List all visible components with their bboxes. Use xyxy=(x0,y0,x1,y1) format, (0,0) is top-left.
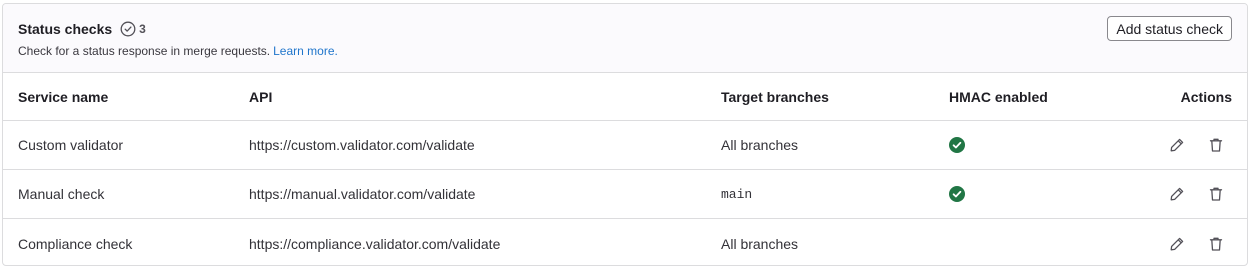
api-cell: https://compliance.validator.com/validat… xyxy=(249,235,501,252)
target-branches-cell: All branches xyxy=(721,235,799,252)
status-checks-card: Status checks 3 Check for a status respo… xyxy=(2,3,1248,266)
hmac-cell xyxy=(949,121,965,169)
check-circle-icon xyxy=(120,21,136,37)
description-text: Check for a status response in merge req… xyxy=(18,44,271,58)
hmac-cell xyxy=(949,170,965,218)
learn-more-link[interactable]: Learn more. xyxy=(273,44,338,58)
column-header-hmac-enabled: HMAC enabled xyxy=(949,88,1048,105)
delete-button[interactable] xyxy=(1207,235,1225,253)
column-header-api: API xyxy=(249,88,273,105)
pencil-icon xyxy=(1170,237,1184,250)
check-circle-filled-icon xyxy=(949,186,965,202)
target-branches-cell: main xyxy=(721,186,753,202)
row-actions xyxy=(1168,219,1225,265)
edit-button[interactable] xyxy=(1168,185,1186,203)
check-circle-filled-icon xyxy=(949,137,965,153)
delete-button[interactable] xyxy=(1207,185,1225,203)
edit-button[interactable] xyxy=(1168,136,1186,154)
title-row: Status checks 3 xyxy=(18,19,146,39)
description: Check for a status response in merge req… xyxy=(18,44,338,58)
table-row: Compliance check https://compliance.vali… xyxy=(3,219,1247,265)
row-actions xyxy=(1168,170,1225,218)
card-header: Status checks 3 Check for a status respo… xyxy=(3,4,1247,73)
target-branches-cell: All branches xyxy=(721,137,799,153)
api-cell: https://custom.validator.com/validate xyxy=(249,137,475,153)
pencil-icon xyxy=(1170,138,1184,152)
table-row: Custom validator https://custom.validato… xyxy=(3,121,1247,170)
column-header-target-branches: Target branches xyxy=(721,88,829,105)
table-row: Manual check https://manual.validator.co… xyxy=(3,170,1247,219)
pencil-icon xyxy=(1170,187,1184,201)
table-header: Service name API Target branches HMAC en… xyxy=(3,73,1247,121)
trash-icon xyxy=(1209,187,1223,201)
service-name-cell: Custom validator xyxy=(18,137,124,153)
edit-button[interactable] xyxy=(1168,235,1186,253)
trash-icon xyxy=(1209,237,1223,251)
column-header-actions: Actions xyxy=(1180,88,1232,105)
service-name-cell: Compliance check xyxy=(18,235,133,252)
service-name-cell: Manual check xyxy=(18,186,105,202)
row-actions xyxy=(1168,121,1225,169)
add-status-check-button[interactable]: Add status check xyxy=(1107,16,1232,41)
trash-icon xyxy=(1209,138,1223,152)
count-value: 3 xyxy=(139,22,146,36)
count-badge: 3 xyxy=(120,21,146,37)
api-cell: https://manual.validator.com/validate xyxy=(249,186,476,202)
page-title: Status checks xyxy=(18,21,113,37)
column-header-service-name: Service name xyxy=(18,88,109,105)
delete-button[interactable] xyxy=(1207,136,1225,154)
